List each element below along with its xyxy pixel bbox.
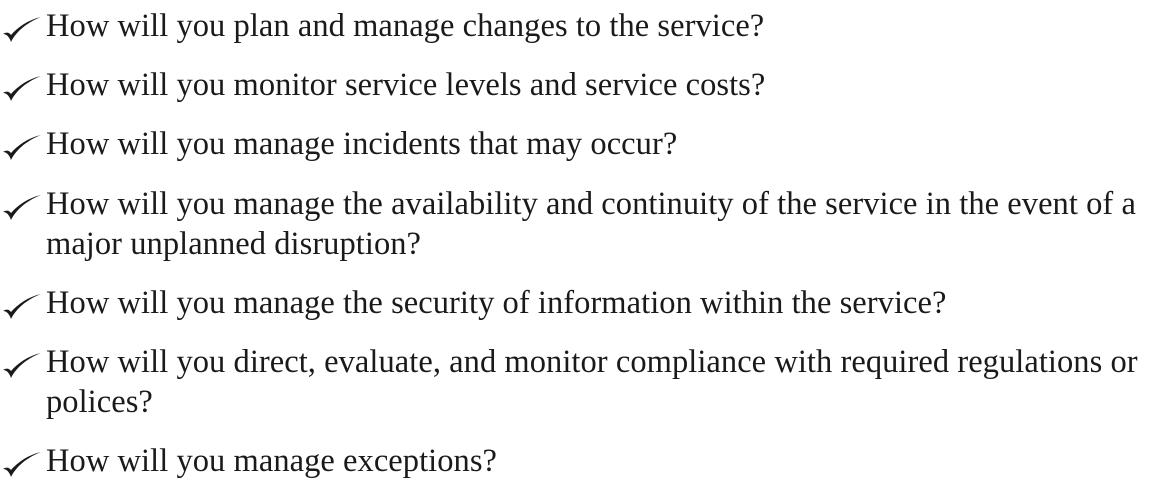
list-item-text: How will you manage the security of info…	[46, 285, 947, 321]
list-item: How will you manage the availability and…	[0, 184, 1174, 264]
list-item-text: How will you manage incidents that may o…	[46, 126, 678, 162]
check-mark-icon	[0, 124, 46, 164]
list-item-text: How will you manage exceptions?	[46, 443, 498, 479]
list-item: How will you direct, evaluate, and monit…	[0, 342, 1174, 422]
list-item-text: How will you direct, evaluate, and monit…	[46, 344, 1138, 420]
list-item: How will you manage exceptions?	[0, 441, 1174, 481]
list-item: How will you manage the security of info…	[0, 283, 1174, 323]
check-mark-icon	[0, 6, 46, 46]
check-mark-icon	[0, 65, 46, 105]
check-mark-icon	[0, 441, 46, 481]
check-mark-icon	[0, 283, 46, 323]
list-item-text: How will you manage the availability and…	[46, 186, 1136, 262]
check-mark-icon	[0, 342, 46, 382]
check-mark-icon	[0, 184, 46, 224]
list-item: How will you plan and manage changes to …	[0, 6, 1174, 46]
list-item-text: How will you monitor service levels and …	[46, 67, 766, 103]
list-item: How will you monitor service levels and …	[0, 65, 1174, 105]
list-item-text: How will you plan and manage changes to …	[46, 8, 765, 44]
list-item: How will you manage incidents that may o…	[0, 124, 1174, 164]
